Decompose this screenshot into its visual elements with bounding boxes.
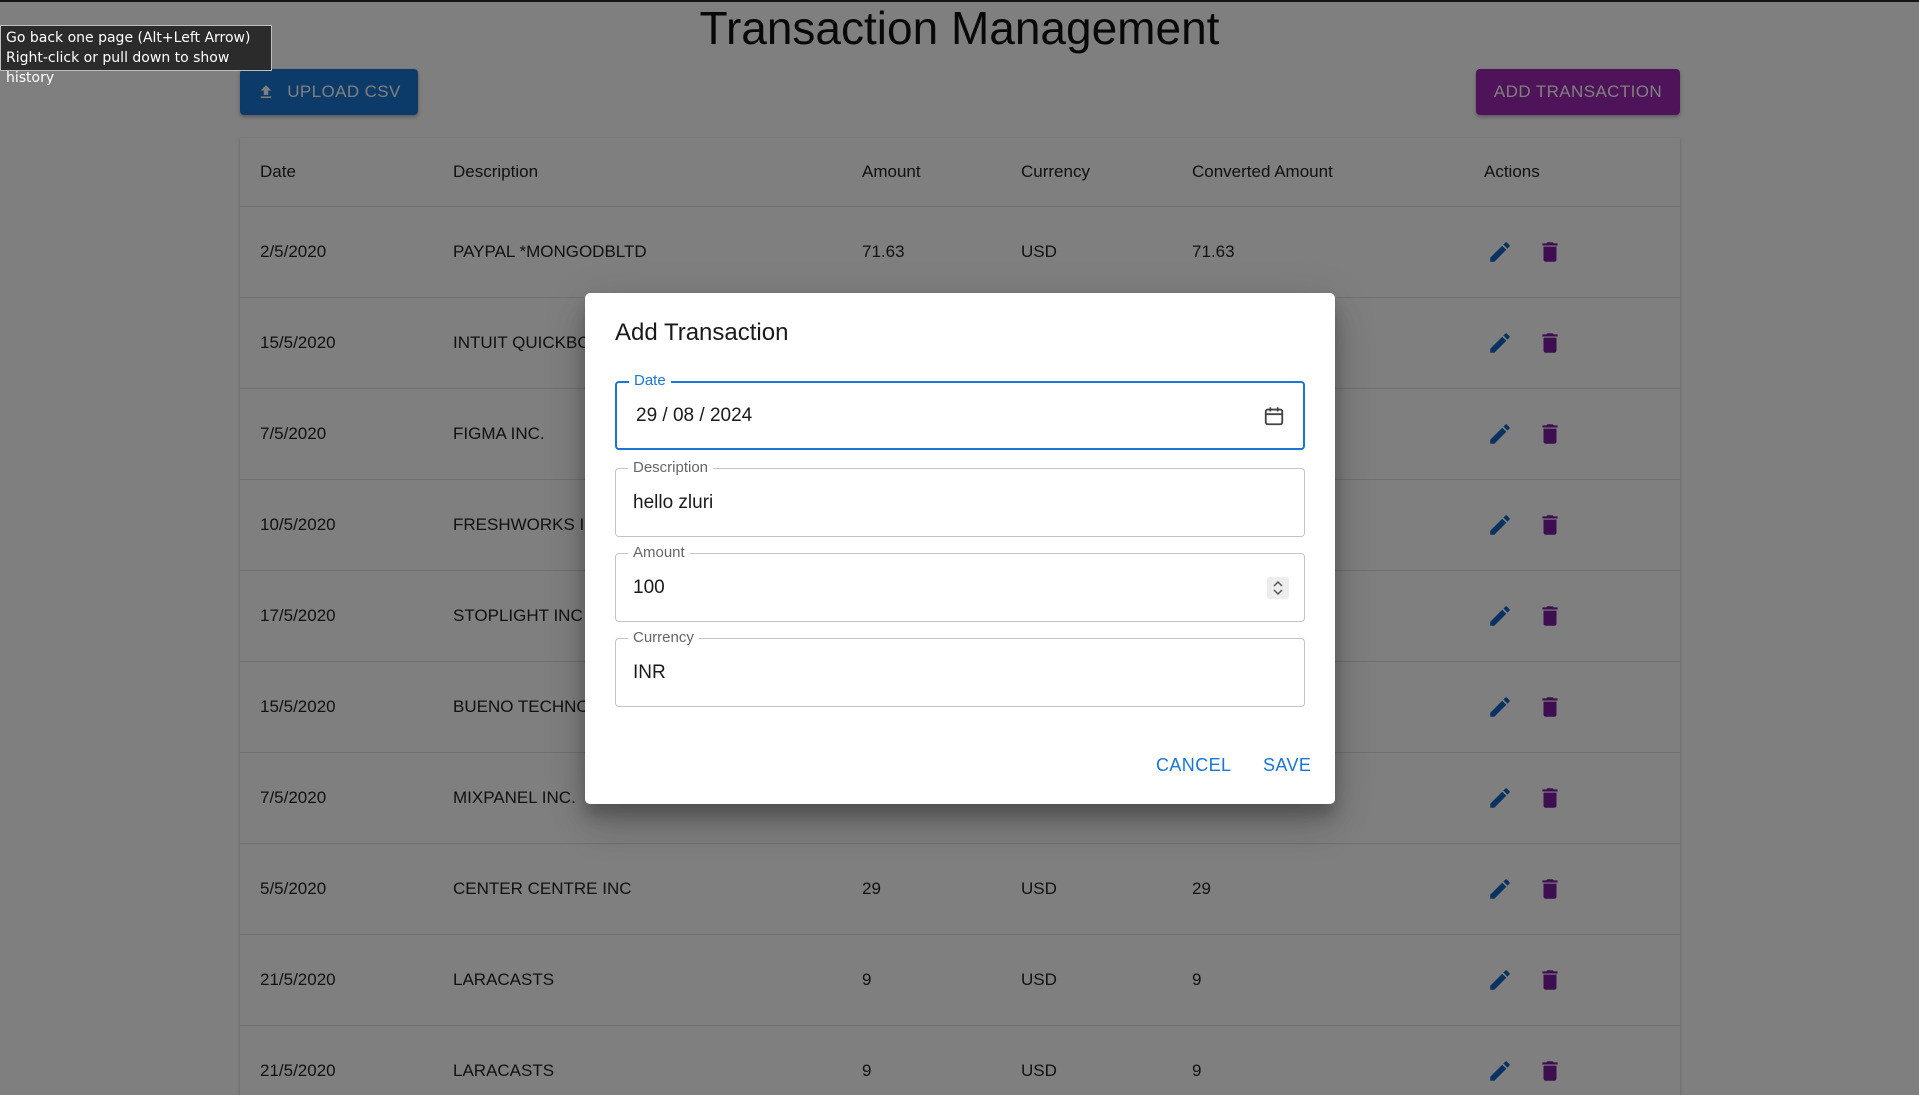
date-field[interactable]: Date 29 / 08 / 2024 [615, 372, 1305, 450]
save-button[interactable]: SAVE [1263, 755, 1311, 776]
cancel-button[interactable]: CANCEL [1156, 755, 1231, 776]
tooltip-line-1: Go back one page (Alt+Left Arrow) [6, 30, 251, 46]
date-field-value[interactable]: 29 / 08 / 2024 [636, 383, 752, 448]
calendar-icon[interactable] [1263, 405, 1285, 427]
add-transaction-dialog: Add Transaction Date 29 / 08 / 2024 Desc… [585, 293, 1335, 804]
amount-field-value[interactable]: 100 [633, 554, 665, 621]
amount-field[interactable]: Amount 100 [615, 544, 1305, 622]
currency-field[interactable]: Currency INR [615, 629, 1305, 707]
description-field[interactable]: Description hello zluri [615, 459, 1305, 537]
description-field-value[interactable]: hello zluri [633, 469, 713, 536]
chevron-updown-icon[interactable] [1267, 576, 1289, 599]
page: Transaction Management UPLOAD CSV ADD TR… [0, 0, 1919, 1095]
tooltip-line-2: Right-click or pull down to show history [6, 50, 230, 86]
currency-field-value[interactable]: INR [633, 639, 666, 706]
back-button-tooltip: Go back one page (Alt+Left Arrow) Right-… [0, 25, 272, 86]
dialog-title: Add Transaction [615, 319, 789, 346]
